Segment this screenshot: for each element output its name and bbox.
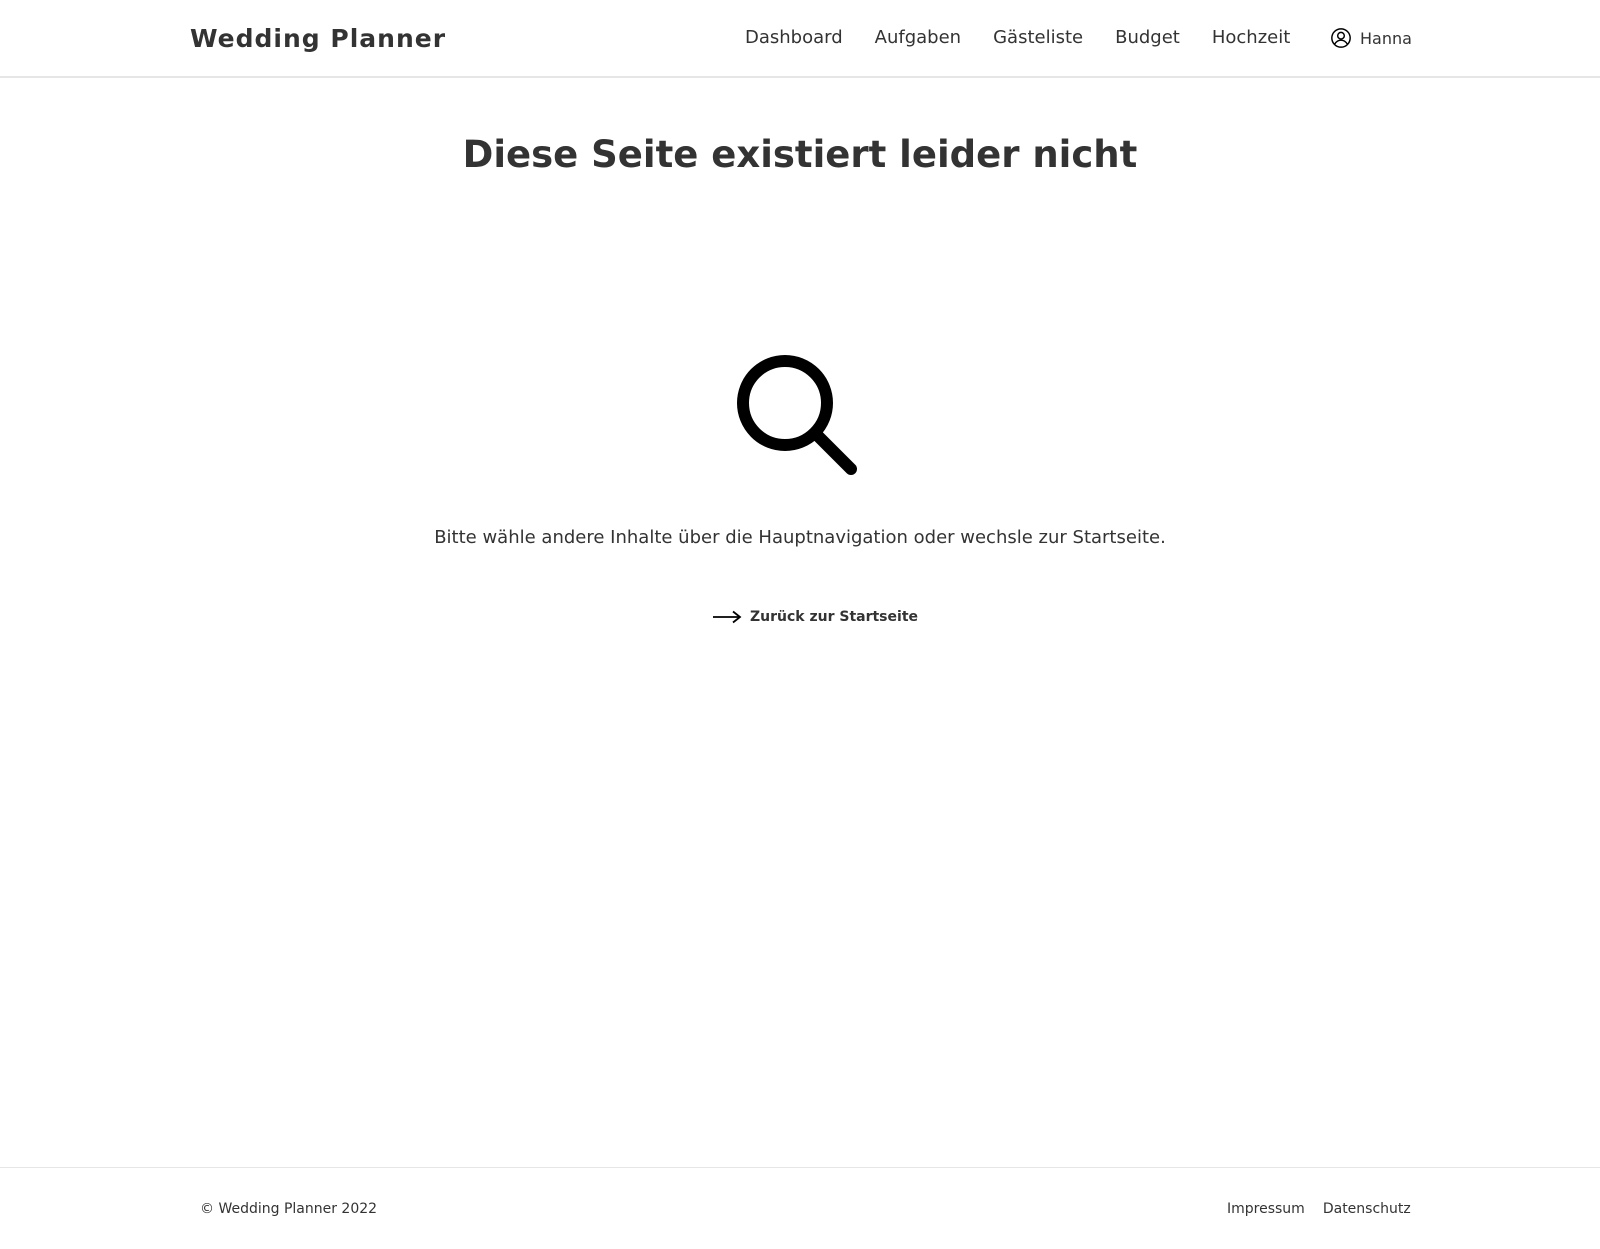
footer-links: Impressum Datenschutz bbox=[1227, 1201, 1411, 1217]
brand-logo-link[interactable]: Wedding Planner bbox=[190, 24, 446, 53]
user-circle-icon bbox=[1331, 28, 1351, 48]
top-navigation-bar: Wedding Planner Dashboard Aufgaben Gäste… bbox=[0, 0, 1600, 78]
page-title: Diese Seite existiert leider nicht bbox=[462, 133, 1138, 176]
page-footer: © Wedding Planner 2022 Impressum Datensc… bbox=[0, 1167, 1600, 1249]
back-to-home-label: Zurück zur Startseite bbox=[750, 609, 918, 625]
magnifier-icon bbox=[737, 355, 857, 475]
nav-item-dashboard[interactable]: Dashboard bbox=[745, 27, 843, 48]
back-to-home-link[interactable]: Zurück zur Startseite bbox=[712, 609, 918, 625]
user-name: Hanna bbox=[1360, 28, 1412, 48]
nav-item-guest-list[interactable]: Gästeliste bbox=[993, 27, 1083, 48]
copyright-text: © Wedding Planner 2022 bbox=[200, 1201, 378, 1217]
arrow-right-icon bbox=[713, 610, 742, 624]
not-found-hint: Bitte wähle andere Inhalte über die Haup… bbox=[434, 527, 1166, 548]
footer-link-imprint[interactable]: Impressum bbox=[1227, 1201, 1305, 1217]
page: Wedding Planner Dashboard Aufgaben Gäste… bbox=[0, 0, 1600, 1249]
user-menu[interactable]: Hanna bbox=[1330, 27, 1412, 49]
nav-item-wedding[interactable]: Hochzeit bbox=[1212, 27, 1290, 48]
nav-item-tasks[interactable]: Aufgaben bbox=[875, 27, 961, 48]
main-navigation: Dashboard Aufgaben Gästeliste Budget Hoc… bbox=[745, 27, 1290, 48]
footer-link-privacy[interactable]: Datenschutz bbox=[1323, 1201, 1411, 1217]
nav-item-budget[interactable]: Budget bbox=[1115, 27, 1180, 48]
